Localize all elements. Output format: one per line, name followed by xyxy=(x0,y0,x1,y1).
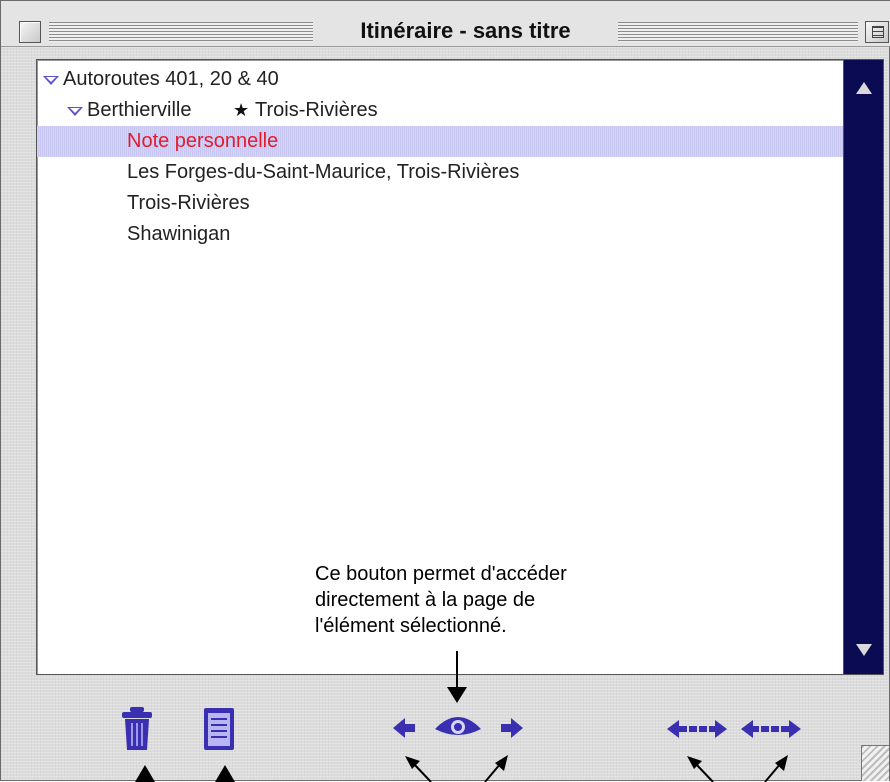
trash-icon[interactable] xyxy=(117,705,157,753)
eye-icon[interactable] xyxy=(433,711,483,743)
move-left-icon[interactable] xyxy=(665,717,729,741)
previous-arrow-icon[interactable] xyxy=(391,715,417,741)
pointer-arrow-to-notepad xyxy=(215,765,235,782)
move-right-icon[interactable] xyxy=(739,717,803,741)
notepad-icon[interactable] xyxy=(201,705,237,753)
resize-grip-icon[interactable] xyxy=(861,745,889,781)
pointer-arrow-to-trash xyxy=(135,765,155,782)
itinerary-window: Itinéraire - sans titre Autoroutes 401, … xyxy=(0,0,890,782)
next-arrow-icon[interactable] xyxy=(499,715,525,741)
annotation-arrows xyxy=(135,651,788,782)
